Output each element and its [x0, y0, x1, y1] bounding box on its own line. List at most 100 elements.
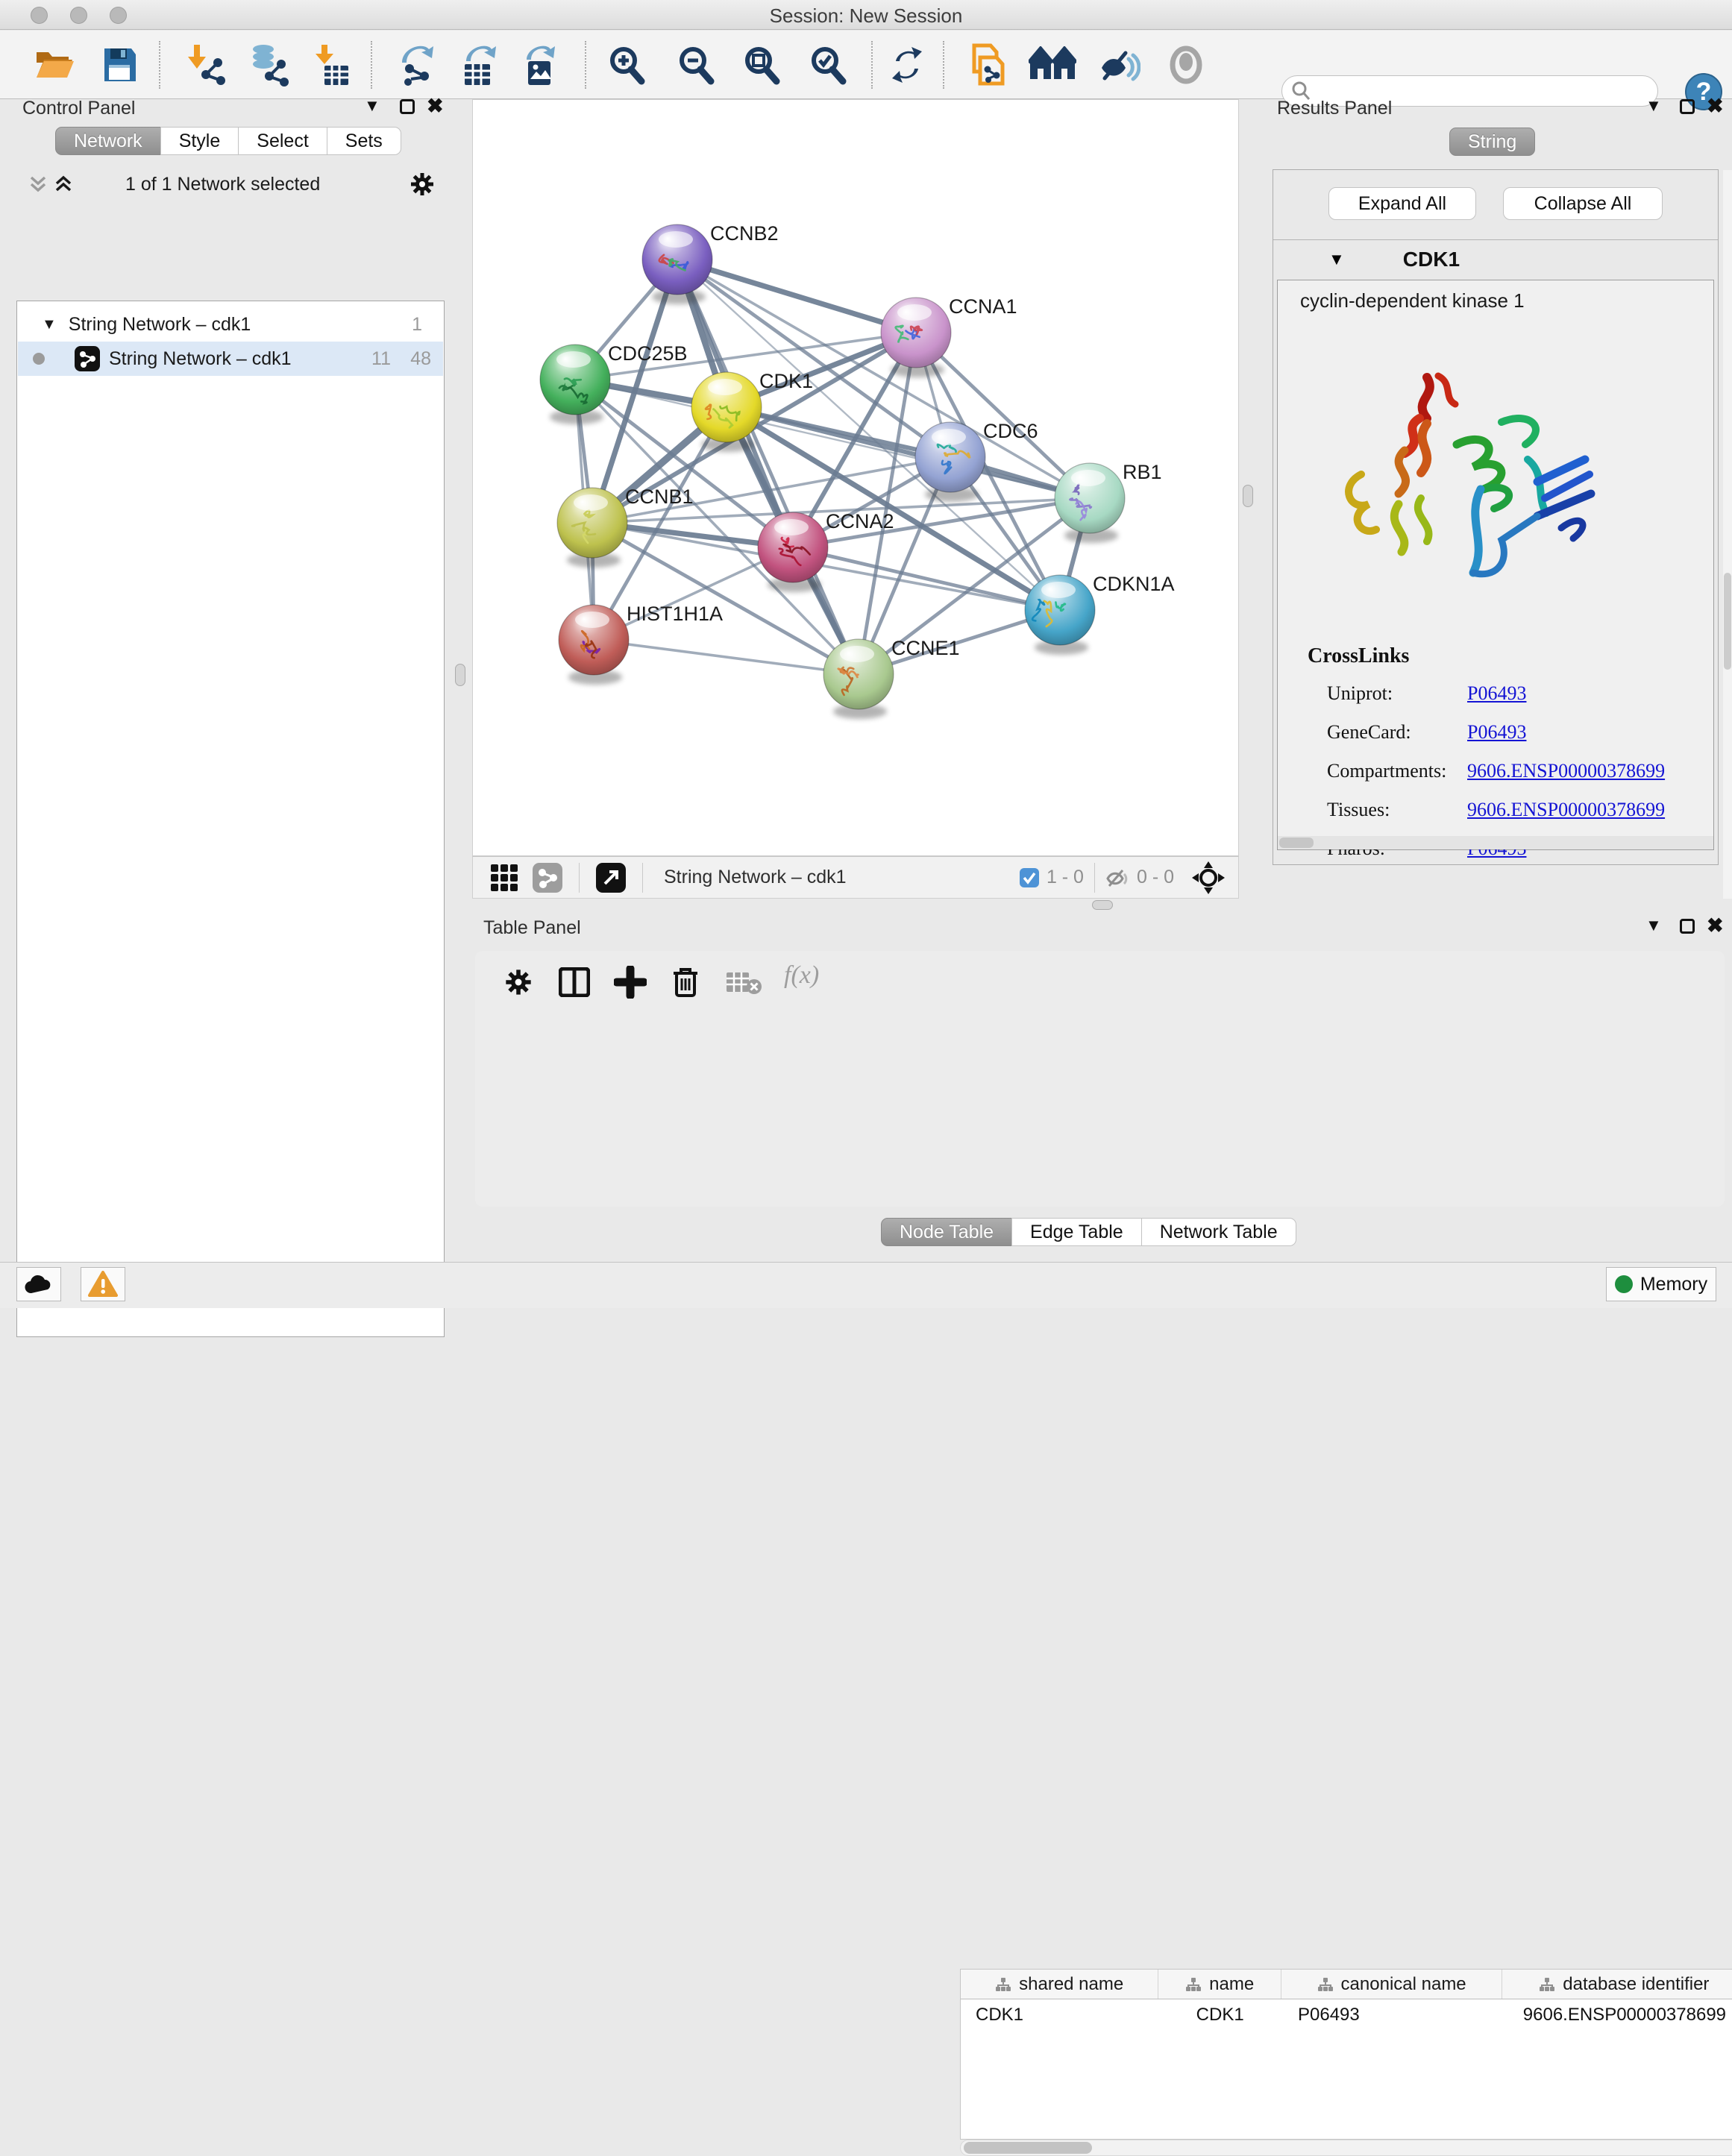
table-cell[interactable]: 9606.ENSP00000378699	[1502, 2005, 1732, 2025]
warnings-button[interactable]	[81, 1267, 125, 1301]
network-canvas[interactable]: CCNB2CCNA1CDC25BCDK1CDC6RB1CCNB1CCNA2CDK…	[472, 99, 1239, 856]
gene-detail-hscrollbar-track[interactable]	[1278, 836, 1713, 849]
protein-structure-image	[1315, 355, 1598, 594]
results-panel-float-icon[interactable]	[1680, 99, 1695, 114]
detach-view-icon[interactable]	[596, 863, 626, 893]
import-table-button[interactable]	[310, 41, 355, 89]
control-panel-collapse-icon[interactable]: ▼	[364, 96, 380, 116]
selected-checkbox[interactable]	[1020, 868, 1039, 887]
tab-network[interactable]: Network	[55, 127, 161, 155]
table-panel-close-icon[interactable]: ✖	[1707, 914, 1724, 937]
export-image-button[interactable]	[517, 41, 562, 89]
network-node-CDKN1A[interactable]	[1025, 575, 1095, 655]
table-cell[interactable]: CDK1	[1158, 2005, 1281, 2025]
tree-expander-icon[interactable]: ▼	[42, 316, 57, 333]
network-edge-CCNB2-CCNA1[interactable]	[677, 260, 916, 333]
network-node-CCNA1[interactable]	[881, 298, 951, 377]
network-node-CCNE1[interactable]	[823, 639, 894, 719]
right-splitter-handle[interactable]	[1243, 485, 1253, 507]
network-tree-root-row[interactable]: ▼ String Network – cdk1 1	[18, 307, 443, 342]
import-network-icon	[183, 43, 227, 87]
table-hscrollbar-thumb[interactable]	[964, 2142, 1092, 2154]
tab-style[interactable]: Style	[160, 127, 239, 155]
network-node-CDC25B[interactable]	[540, 345, 610, 424]
delete-table-icon[interactable]	[726, 970, 762, 996]
node-label-CCNE1: CCNE1	[891, 637, 960, 659]
network-node-RB1[interactable]	[1055, 463, 1125, 543]
eye-disabled-icon	[1166, 45, 1206, 84]
function-builder-icon[interactable]: f(x)	[784, 961, 819, 990]
crosslink-value-link[interactable]: 9606.ENSP00000378699	[1467, 760, 1665, 782]
results-panel-close-icon[interactable]: ✖	[1707, 95, 1724, 118]
refresh-button[interactable]	[885, 41, 929, 89]
add-column-icon[interactable]	[614, 966, 647, 999]
export-network-button[interactable]	[395, 41, 440, 89]
table-type-tabs: Node TableEdge TableNetwork Table	[881, 1218, 1296, 1246]
show-all-networks-button[interactable]	[1030, 41, 1075, 89]
tab-string[interactable]: String	[1449, 128, 1535, 156]
zoom-in-button[interactable]	[604, 41, 649, 89]
collapse-all-chevron-icon[interactable]	[28, 175, 48, 193]
column-header-canonical-name[interactable]: canonical name	[1281, 1970, 1502, 1999]
column-header-shared-name[interactable]: shared name	[961, 1970, 1158, 1999]
cloud-button[interactable]	[16, 1267, 61, 1301]
tab-sets[interactable]: Sets	[327, 127, 401, 155]
network-share-view-icon[interactable]	[533, 863, 562, 893]
grid-view-icon[interactable]	[489, 863, 519, 893]
zoom-out-button[interactable]	[674, 41, 718, 89]
table-row[interactable]: CDK1CDK1P064939606.ENSP00000378699cyclin…	[961, 1999, 1732, 2031]
results-scrollbar-thumb[interactable]	[1724, 573, 1731, 670]
section-expander-icon[interactable]: ▼	[1328, 250, 1345, 269]
network-options-gear-icon[interactable]	[409, 171, 436, 198]
memory-button[interactable]: Memory	[1606, 1267, 1716, 1301]
results-panel-tabs: String	[1449, 128, 1535, 156]
hide-selected-button[interactable]	[1096, 41, 1141, 89]
crosslink-value-link[interactable]: P06493	[1467, 682, 1526, 705]
zoom-fit-button[interactable]	[739, 41, 784, 89]
results-panel-collapse-icon[interactable]: ▼	[1645, 96, 1662, 116]
network-tree-child-row[interactable]: String Network – cdk1 11 48	[18, 342, 443, 376]
select-columns-icon[interactable]	[559, 967, 590, 997]
save-session-button[interactable]	[98, 41, 142, 89]
import-network-from-database-button[interactable]	[246, 41, 291, 89]
table-hscrollbar-track[interactable]	[960, 2140, 1732, 2156]
network-view-toolbar: String Network – cdk1 1 - 0 0 - 0	[472, 856, 1239, 899]
table-panel-float-icon[interactable]	[1680, 919, 1695, 934]
export-table-button[interactable]	[456, 41, 501, 89]
results-scrollbar-track[interactable]	[1723, 170, 1732, 899]
import-network-button[interactable]	[183, 41, 228, 89]
bottom-splitter-handle[interactable]	[1092, 900, 1113, 910]
network-node-CCNB2[interactable]	[642, 224, 712, 304]
tab-node-table[interactable]: Node Table	[881, 1218, 1012, 1246]
open-session-button[interactable]	[32, 41, 77, 89]
network-node-HIST1H1A[interactable]	[559, 605, 629, 685]
control-panel: Control Panel ▼ ✖ NetworkStyleSelectSets…	[0, 99, 451, 1262]
delete-column-trash-icon[interactable]	[671, 966, 700, 999]
tab-edge-table[interactable]: Edge Table	[1011, 1218, 1142, 1246]
show-hidden-button[interactable]	[1164, 41, 1208, 89]
network-edge-HIST1H1A-CCNE1[interactable]	[594, 640, 859, 674]
birdseye-crosshair-icon[interactable]	[1192, 861, 1225, 894]
control-panel-float-icon[interactable]	[400, 99, 415, 114]
table-cell[interactable]: P06493	[1281, 2005, 1502, 2025]
tab-network-table[interactable]: Network Table	[1141, 1218, 1296, 1246]
expand-all-chevron-icon[interactable]	[54, 175, 73, 193]
column-header-name[interactable]: name	[1158, 1970, 1281, 1999]
gene-section-header[interactable]: ▼ CDK1	[1273, 239, 1718, 279]
table-cell[interactable]: CDK1	[961, 2005, 1158, 2025]
table-settings-gear-icon[interactable]	[503, 967, 533, 997]
clone-network-button[interactable]	[966, 41, 1011, 89]
left-splitter-handle[interactable]	[455, 664, 465, 686]
crosslink-value-link[interactable]: P06493	[1467, 721, 1526, 744]
table-panel-collapse-icon[interactable]: ▼	[1645, 916, 1662, 935]
network-node-CCNB1[interactable]	[557, 488, 627, 568]
zoom-fit-icon	[741, 44, 782, 86]
crosslink-value-link[interactable]: 9606.ENSP00000378699	[1467, 799, 1665, 821]
zoom-selected-button[interactable]	[806, 41, 850, 89]
collapse-all-button[interactable]: Collapse All	[1503, 187, 1663, 220]
expand-all-button[interactable]: Expand All	[1328, 187, 1476, 220]
gene-detail-hscrollbar-thumb[interactable]	[1279, 837, 1314, 848]
tab-select[interactable]: Select	[238, 127, 327, 155]
column-header-database-identifier[interactable]: database identifier	[1502, 1970, 1732, 1999]
control-panel-close-icon[interactable]: ✖	[427, 95, 444, 118]
